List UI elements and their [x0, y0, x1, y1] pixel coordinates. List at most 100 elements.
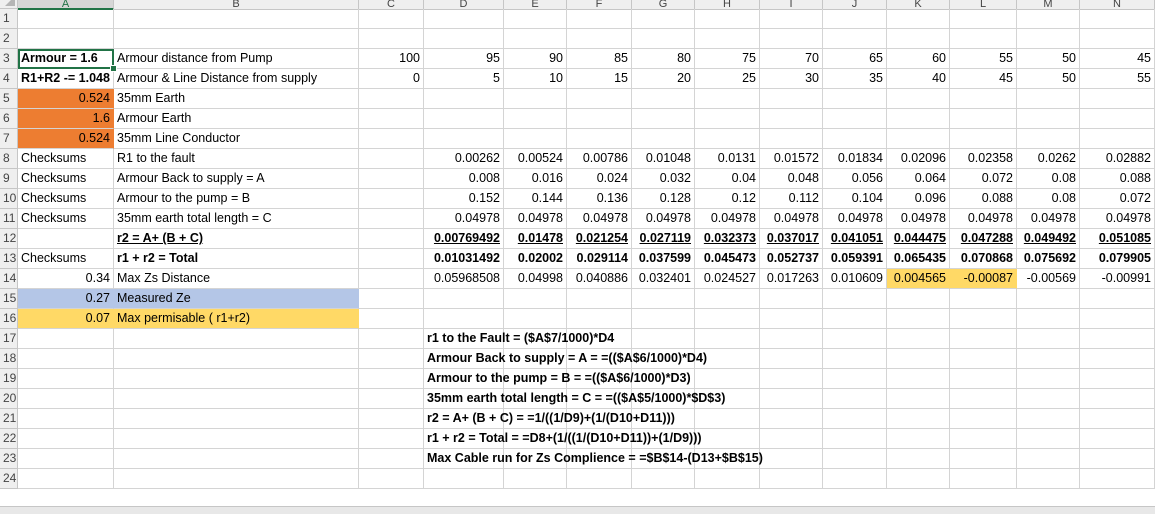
cell-d4[interactable]: 5: [424, 69, 504, 89]
row-header-17[interactable]: 17: [0, 329, 18, 349]
cell-b1[interactable]: [114, 9, 359, 29]
row-header-13[interactable]: 13: [0, 249, 18, 269]
cell-e15[interactable]: [504, 289, 567, 309]
cell-e14[interactable]: 0.04998: [504, 269, 567, 289]
cell-g6[interactable]: [632, 109, 695, 129]
cell-i13[interactable]: 0.052737: [760, 249, 823, 269]
cell-j19[interactable]: [823, 369, 887, 389]
cell-b16[interactable]: Max permisable ( r1+r2): [114, 309, 359, 329]
row-header-15[interactable]: 15: [0, 289, 18, 309]
cell-f6[interactable]: [567, 109, 632, 129]
cell-c12[interactable]: [359, 229, 424, 249]
cell-n21[interactable]: [1080, 409, 1155, 429]
cell-c22[interactable]: [359, 429, 424, 449]
cell-l10[interactable]: 0.088: [950, 189, 1017, 209]
cell-i18[interactable]: [760, 349, 823, 369]
cell-b21[interactable]: [114, 409, 359, 429]
cell-n23[interactable]: [1080, 449, 1155, 469]
cell-m14[interactable]: -0.00569: [1017, 269, 1080, 289]
cell-i17[interactable]: [760, 329, 823, 349]
cell-a19[interactable]: [18, 369, 114, 389]
cell-l11[interactable]: 0.04978: [950, 209, 1017, 229]
cell-m3[interactable]: 50: [1017, 49, 1080, 69]
cell-d8[interactable]: 0.00262: [424, 149, 504, 169]
cell-c4[interactable]: 0: [359, 69, 424, 89]
cell-g14[interactable]: 0.032401: [632, 269, 695, 289]
cell-m23[interactable]: [1017, 449, 1080, 469]
cell-n15[interactable]: [1080, 289, 1155, 309]
cell-m17[interactable]: [1017, 329, 1080, 349]
cell-n18[interactable]: [1080, 349, 1155, 369]
cell-i14[interactable]: 0.017263: [760, 269, 823, 289]
cell-i24[interactable]: [760, 469, 823, 489]
cell-b20[interactable]: [114, 389, 359, 409]
cell-j1[interactable]: [823, 9, 887, 29]
cell-n12[interactable]: 0.051085: [1080, 229, 1155, 249]
cell-a16[interactable]: 0.07: [18, 309, 114, 329]
cell-i6[interactable]: [760, 109, 823, 129]
cell-a11[interactable]: Checksums: [18, 209, 114, 229]
cell-h10[interactable]: 0.12: [695, 189, 760, 209]
cell-c13[interactable]: [359, 249, 424, 269]
cell-l15[interactable]: [950, 289, 1017, 309]
cell-k14[interactable]: 0.004565: [887, 269, 950, 289]
cell-n3[interactable]: 45: [1080, 49, 1155, 69]
cell-a10[interactable]: Checksums: [18, 189, 114, 209]
cell-d20[interactable]: 35mm earth total length = C = =(($A$5/10…: [424, 389, 725, 409]
cell-e3[interactable]: 90: [504, 49, 567, 69]
cell-m13[interactable]: 0.075692: [1017, 249, 1080, 269]
cell-h14[interactable]: 0.024527: [695, 269, 760, 289]
row-header-10[interactable]: 10: [0, 189, 18, 209]
cell-k16[interactable]: [887, 309, 950, 329]
cell-a15[interactable]: 0.27: [18, 289, 114, 309]
cell-b4[interactable]: Armour & Line Distance from supply: [114, 69, 359, 89]
cell-k8[interactable]: 0.02096: [887, 149, 950, 169]
cell-d17[interactable]: r1 to the Fault = ($A$7/1000)*D4: [424, 329, 614, 349]
cell-i9[interactable]: 0.048: [760, 169, 823, 189]
cell-f7[interactable]: [567, 129, 632, 149]
cell-m19[interactable]: [1017, 369, 1080, 389]
cell-n13[interactable]: 0.079905: [1080, 249, 1155, 269]
cell-j3[interactable]: 65: [823, 49, 887, 69]
row-header-2[interactable]: 2: [0, 29, 18, 49]
cell-l14[interactable]: -0.00087: [950, 269, 1017, 289]
cell-e8[interactable]: 0.00524: [504, 149, 567, 169]
cell-d12[interactable]: 0.00769492: [424, 229, 504, 249]
cell-g11[interactable]: 0.04978: [632, 209, 695, 229]
cell-i12[interactable]: 0.037017: [760, 229, 823, 249]
cell-g9[interactable]: 0.032: [632, 169, 695, 189]
cell-b15[interactable]: Measured Ze: [114, 289, 359, 309]
cell-a4[interactable]: R1+R2 -= 1.048: [18, 69, 114, 89]
cell-h11[interactable]: 0.04978: [695, 209, 760, 229]
cell-n10[interactable]: 0.072: [1080, 189, 1155, 209]
cell-f13[interactable]: 0.029114: [567, 249, 632, 269]
cell-n14[interactable]: -0.00991: [1080, 269, 1155, 289]
cell-e24[interactable]: [504, 469, 567, 489]
cell-n11[interactable]: 0.04978: [1080, 209, 1155, 229]
cell-b7[interactable]: 35mm Line Conductor: [114, 129, 359, 149]
cell-i22[interactable]: [760, 429, 823, 449]
cell-j8[interactable]: 0.01834: [823, 149, 887, 169]
cell-g17[interactable]: [632, 329, 695, 349]
cell-j4[interactable]: 35: [823, 69, 887, 89]
cell-c5[interactable]: [359, 89, 424, 109]
cell-l4[interactable]: 45: [950, 69, 1017, 89]
cell-b13[interactable]: r1 + r2 = Total: [114, 249, 359, 269]
cell-b9[interactable]: Armour Back to supply = A: [114, 169, 359, 189]
cell-d21[interactable]: r2 = A+ (B + C) = =1/((1/D9)+(1/(D10+D11…: [424, 409, 675, 429]
cell-b18[interactable]: [114, 349, 359, 369]
cell-a20[interactable]: [18, 389, 114, 409]
cell-c3[interactable]: 100: [359, 49, 424, 69]
cell-f12[interactable]: 0.021254: [567, 229, 632, 249]
cell-j13[interactable]: 0.059391: [823, 249, 887, 269]
cell-j18[interactable]: [823, 349, 887, 369]
cell-h17[interactable]: [695, 329, 760, 349]
cell-m16[interactable]: [1017, 309, 1080, 329]
row-header-4[interactable]: 4: [0, 69, 18, 89]
cell-a12[interactable]: [18, 229, 114, 249]
cell-h5[interactable]: [695, 89, 760, 109]
cell-e2[interactable]: [504, 29, 567, 49]
cell-h16[interactable]: [695, 309, 760, 329]
cell-n8[interactable]: 0.02882: [1080, 149, 1155, 169]
cell-i4[interactable]: 30: [760, 69, 823, 89]
